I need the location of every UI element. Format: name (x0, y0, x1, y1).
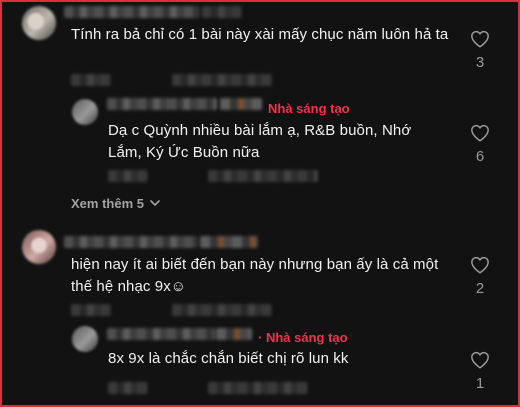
comments-panel: Tính ra bả chỉ có 1 bài này xài mấy chục… (0, 0, 520, 407)
like-count: 1 (475, 375, 485, 392)
comment-text: Tính ra bả chỉ có 1 bài này xài mấy chục… (71, 26, 449, 43)
blurred-username (202, 6, 242, 18)
reply-text: Dạ c Quỳnh nhiều bài lắm ạ, R&B buồn, Nh… (108, 122, 412, 161)
reply-text: 8x 9x là chắc chắn biết chị rõ lun kk (108, 350, 349, 367)
heart-outline-icon (471, 30, 489, 48)
blurred-meta (71, 304, 111, 316)
blurred-meta (71, 74, 111, 86)
commenter-avatar[interactable] (22, 230, 56, 264)
like-button[interactable]: 1 (468, 351, 492, 392)
chevron-down-icon (150, 200, 160, 206)
blurred-meta (208, 170, 318, 182)
like-button[interactable]: 3 (468, 30, 492, 71)
commenter-avatar[interactable] (22, 6, 56, 40)
heart-outline-icon (471, 124, 489, 142)
blurred-username (200, 236, 258, 248)
comment-text: hiện nay ít ai biết đến bạn này nhưng bạ… (71, 256, 439, 295)
like-count: 2 (475, 280, 485, 297)
blurred-meta (108, 382, 148, 394)
replier-avatar[interactable] (72, 326, 98, 352)
blurred-username (64, 236, 198, 248)
creator-badge: · Nhà sáng tạo (258, 330, 348, 345)
blurred-username (107, 98, 217, 110)
blurred-meta (108, 170, 148, 182)
blurred-meta (172, 74, 272, 86)
blurred-meta (208, 382, 308, 394)
like-button[interactable]: 2 (468, 256, 492, 297)
blurred-meta (172, 304, 272, 316)
like-count: 6 (475, 148, 485, 165)
blurred-username (107, 328, 215, 340)
like-count: 3 (475, 54, 485, 71)
blurred-username (220, 98, 262, 110)
blurred-username (216, 328, 252, 340)
see-more-replies-button[interactable]: Xem thêm 5 (71, 196, 160, 211)
see-more-label: Xem thêm 5 (71, 196, 144, 211)
heart-outline-icon (471, 351, 489, 369)
creator-badge: Nhà sáng tạo (268, 101, 350, 116)
blurred-username (64, 6, 200, 18)
like-button[interactable]: 6 (468, 124, 492, 165)
heart-outline-icon (471, 256, 489, 274)
replier-avatar[interactable] (72, 99, 98, 125)
